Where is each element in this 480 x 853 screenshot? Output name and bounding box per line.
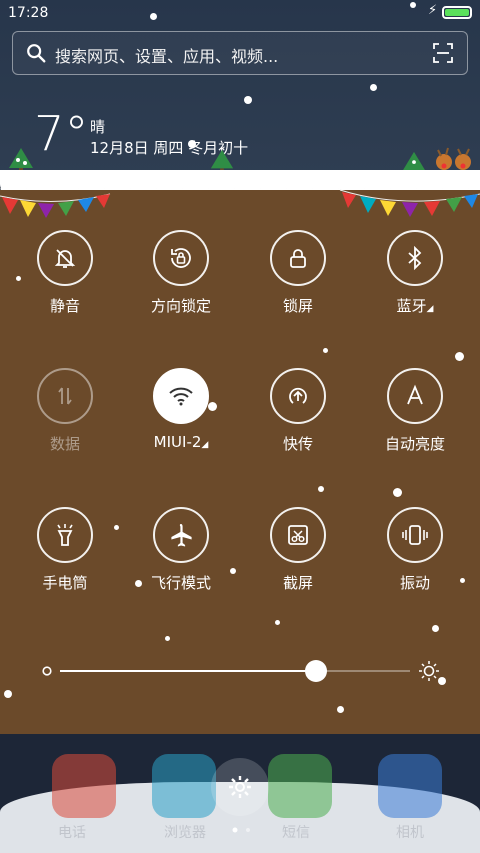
bunting-decoration [0, 189, 480, 218]
toggle-label: 手电筒 [42, 574, 88, 592]
toggle-circle[interactable] [387, 368, 443, 424]
toggle-label: 自动亮度 [384, 435, 445, 453]
toggle-mute[interactable]: 静音 [25, 230, 105, 316]
bluetooth-icon [408, 246, 422, 270]
toggle-label-text: MIUI-2 [153, 433, 202, 451]
auto-brightness-icon [407, 384, 423, 405]
bell-off-icon [54, 249, 76, 268]
browser-app-icon[interactable] [152, 754, 216, 818]
vibrate-icon [402, 525, 428, 545]
toggle-screenshot[interactable]: 截屏 [258, 507, 338, 593]
toggle-label: 蓝牙◢ [375, 295, 455, 316]
gear-icon [229, 776, 251, 798]
brightness-slider[interactable] [40, 656, 450, 686]
dock-label: 短信 [282, 825, 310, 841]
toggle-circle[interactable] [270, 230, 326, 286]
toggle-circle[interactable] [37, 230, 93, 286]
toggle-airplane[interactable]: 飞行模式 [141, 507, 221, 593]
expand-arrow-icon: ◢ [201, 440, 209, 450]
toggle-mobile-data[interactable]: 数据 [25, 368, 105, 454]
screenshot-icon [288, 525, 308, 545]
brightness-fill [60, 670, 316, 672]
camera-app-icon[interactable] [378, 754, 442, 818]
toggle-auto-brightness[interactable]: 自动亮度 [375, 368, 455, 454]
search-bar[interactable]: 搜索网页、设置、应用、视频... [12, 31, 468, 75]
brightness-low-icon [42, 666, 52, 676]
search-icon [27, 44, 46, 63]
status-bar: 17:28 ⚡ [0, 0, 480, 28]
scan-icon[interactable] [433, 43, 453, 63]
toggle-lock-screen[interactable]: 锁屏 [258, 230, 338, 316]
toggle-label: 截屏 [282, 574, 313, 592]
toggle-label: 快传 [282, 435, 313, 453]
toggle-rotation-lock[interactable]: 方向锁定 [141, 230, 221, 316]
toggle-circle[interactable] [387, 507, 443, 563]
weather-temperature[interactable]: 7° [34, 108, 89, 160]
toggle-circle[interactable] [387, 230, 443, 286]
charging-icon: ⚡ [428, 3, 438, 18]
toggle-flashlight[interactable]: 手电筒 [25, 507, 105, 593]
toggle-label: 静音 [49, 297, 80, 315]
page-indicator [232, 827, 250, 833]
toggle-circle[interactable] [153, 230, 209, 286]
search-placeholder: 搜索网页、设置、应用、视频... [55, 47, 279, 66]
dock-label: 相机 [396, 825, 424, 841]
rotation-lock-icon [171, 248, 191, 268]
weather-condition: 晴 [90, 118, 106, 136]
lock-icon [290, 249, 306, 268]
wifi-icon [169, 387, 193, 406]
toggle-circle[interactable] [270, 368, 326, 424]
toggle-label: 数据 [49, 435, 80, 453]
battery-icon [442, 6, 472, 19]
toggle-circle[interactable] [37, 507, 93, 563]
settings-button[interactable] [211, 758, 269, 816]
toggle-label: 飞行模式 [150, 574, 211, 592]
toggle-circle[interactable] [270, 507, 326, 563]
notification-header: 17:28 ⚡ 搜索网页、设置、应用、视频... 7° 晴 12月8日 周四 冬… [0, 0, 480, 180]
toggle-circle[interactable] [153, 368, 209, 424]
flashlight-icon [57, 524, 73, 546]
toggle-quick-transfer[interactable]: 快传 [258, 368, 338, 454]
toggle-label: 方向锁定 [150, 297, 211, 315]
toggle-label: MIUI-2◢ [141, 433, 221, 451]
brightness-thumb[interactable] [304, 660, 327, 682]
transfer-icon [289, 387, 307, 404]
toggle-circle[interactable] [37, 368, 93, 424]
airplane-icon [171, 524, 192, 547]
toggle-bluetooth[interactable]: 蓝牙◢ [375, 230, 455, 316]
toggle-label: 锁屏 [282, 297, 313, 315]
toggle-label: 振动 [399, 574, 430, 592]
toggle-vibrate[interactable]: 振动 [375, 507, 455, 593]
phone-app-icon[interactable] [52, 754, 116, 818]
toggle-circle[interactable] [153, 507, 209, 563]
mobile-data-icon [58, 387, 72, 405]
dock-label: 电话 [58, 825, 86, 841]
status-time: 17:28 [8, 5, 49, 21]
sms-app-icon[interactable] [268, 754, 332, 818]
toggle-label-text: 蓝牙 [396, 297, 427, 315]
dock-label: 浏览器 [164, 825, 206, 841]
brightness-high-icon [419, 661, 439, 681]
expand-arrow-icon: ◢ [426, 304, 434, 314]
